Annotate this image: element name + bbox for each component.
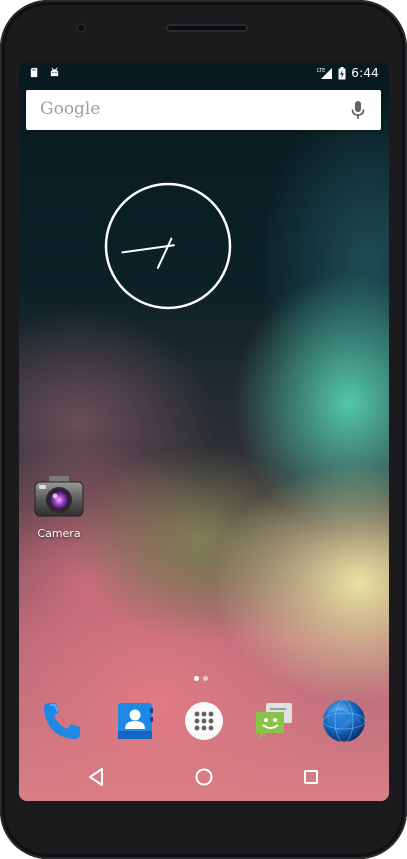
home-screen: LTE 6:44 Google Camera [19, 63, 389, 801]
status-time: 6:44 [351, 66, 379, 80]
google-search-bar[interactable]: Google [26, 90, 381, 130]
android-debug-icon [50, 67, 59, 77]
volume-button [0, 148, 2, 222]
earpiece-speaker [166, 24, 248, 32]
analog-clock-widget[interactable] [104, 182, 232, 310]
page-dot-1 [194, 676, 199, 681]
page-dot-2 [203, 676, 208, 681]
sd-card-icon [30, 67, 38, 78]
back-icon[interactable] [83, 763, 111, 791]
phone-icon[interactable] [39, 698, 85, 744]
navigation-bar [19, 753, 389, 801]
globe-icon[interactable] [321, 698, 367, 744]
home-icon[interactable] [190, 763, 218, 791]
status-bar: LTE 6:44 [19, 63, 389, 85]
page-indicator [194, 676, 208, 681]
app-label-camera: Camera [37, 527, 81, 540]
app-shortcut-camera[interactable]: Camera [31, 473, 87, 540]
svg-text:LTE: LTE [317, 68, 325, 74]
dock [19, 695, 389, 749]
phone-frame: LTE 6:44 Google Camera [0, 0, 407, 859]
lte-signal-icon: LTE [317, 67, 333, 79]
recents-icon[interactable] [297, 763, 325, 791]
search-label: Google [40, 99, 101, 119]
messaging-icon[interactable] [251, 698, 297, 744]
front-camera [76, 23, 86, 33]
mic-icon[interactable] [351, 100, 365, 120]
app-drawer-icon[interactable] [181, 698, 227, 744]
camera-icon [34, 476, 84, 517]
contacts-icon[interactable] [112, 698, 158, 744]
battery-charging-icon [338, 66, 346, 79]
clock-minute-hand [156, 237, 173, 269]
